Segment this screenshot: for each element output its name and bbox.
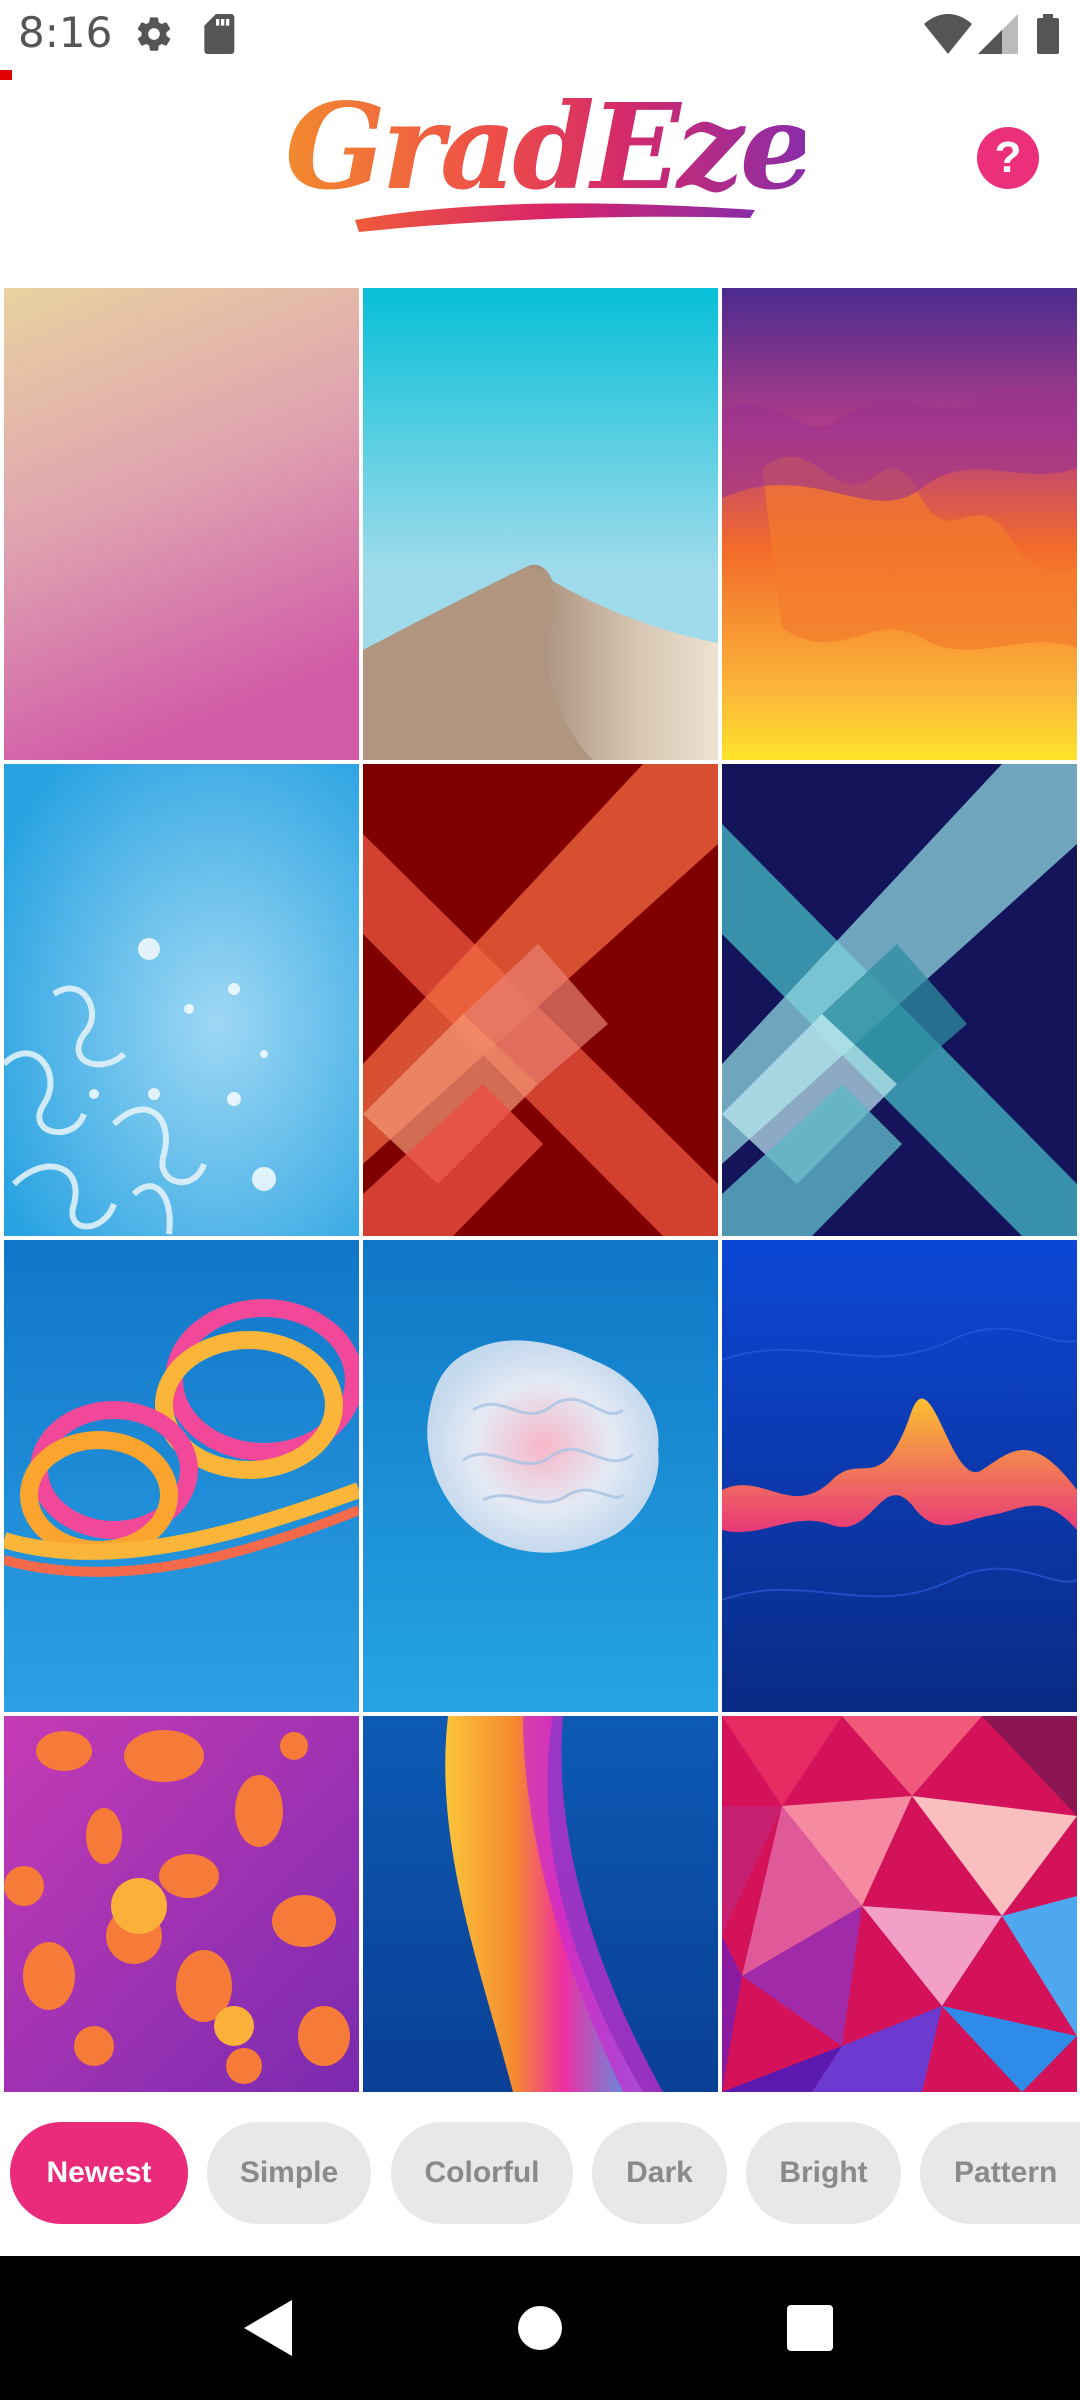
category-pattern[interactable]: Pattern (920, 2122, 1080, 2224)
battery-icon (1037, 14, 1059, 59)
category-simple[interactable]: Simple (207, 2122, 371, 2224)
help-icon: ? (994, 133, 1022, 182)
wallpaper-tile-desert-dune[interactable] (363, 288, 718, 760)
home-icon[interactable] (470, 2256, 610, 2400)
wallpaper-tile-coral-flower[interactable] (363, 1240, 718, 1712)
category-bright[interactable]: Bright (746, 2122, 901, 2224)
category-dark[interactable]: Dark (592, 2122, 727, 2224)
system-nav-bar (0, 2256, 1080, 2400)
gear-icon (134, 14, 174, 59)
status-time: 8:16 (18, 8, 113, 57)
wallpaper-tile-blue-tentacles[interactable] (4, 764, 359, 1236)
sd-card-icon (203, 14, 239, 59)
status-bar: 8:16 (0, 0, 1080, 72)
recents-icon[interactable] (740, 2256, 880, 2400)
help-button[interactable]: ? (977, 127, 1039, 189)
wifi-icon (924, 14, 972, 59)
category-bar: Newest Simple Colorful Dark Bright Patte… (0, 2122, 1080, 2226)
wallpaper-tile-fire-flames[interactable] (722, 288, 1077, 760)
wallpaper-tile-low-poly[interactable] (722, 1716, 1077, 2092)
back-icon[interactable] (200, 2256, 340, 2400)
category-newest[interactable]: Newest (10, 2122, 188, 2224)
wallpaper-tile-rainbow-ribbon[interactable] (363, 1716, 718, 2092)
category-colorful[interactable]: Colorful (391, 2122, 573, 2224)
wallpaper-tile-orange-blobs[interactable] (4, 1716, 359, 2092)
signal-icon (978, 14, 1018, 59)
wallpaper-tile-teal-diamonds[interactable] (722, 764, 1077, 1236)
wallpaper-tile-red-diamonds[interactable] (363, 764, 718, 1236)
app-logo: GradEze (285, 72, 815, 272)
wallpaper-tile-peach-pink[interactable] (4, 288, 359, 760)
wallpaper-grid (4, 288, 1078, 2092)
wallpaper-tile-sound-wave[interactable] (722, 1240, 1077, 1712)
wallpaper-tile-orange-pink-rings[interactable] (4, 1240, 359, 1712)
app-header: GradEze ? (0, 72, 1080, 282)
